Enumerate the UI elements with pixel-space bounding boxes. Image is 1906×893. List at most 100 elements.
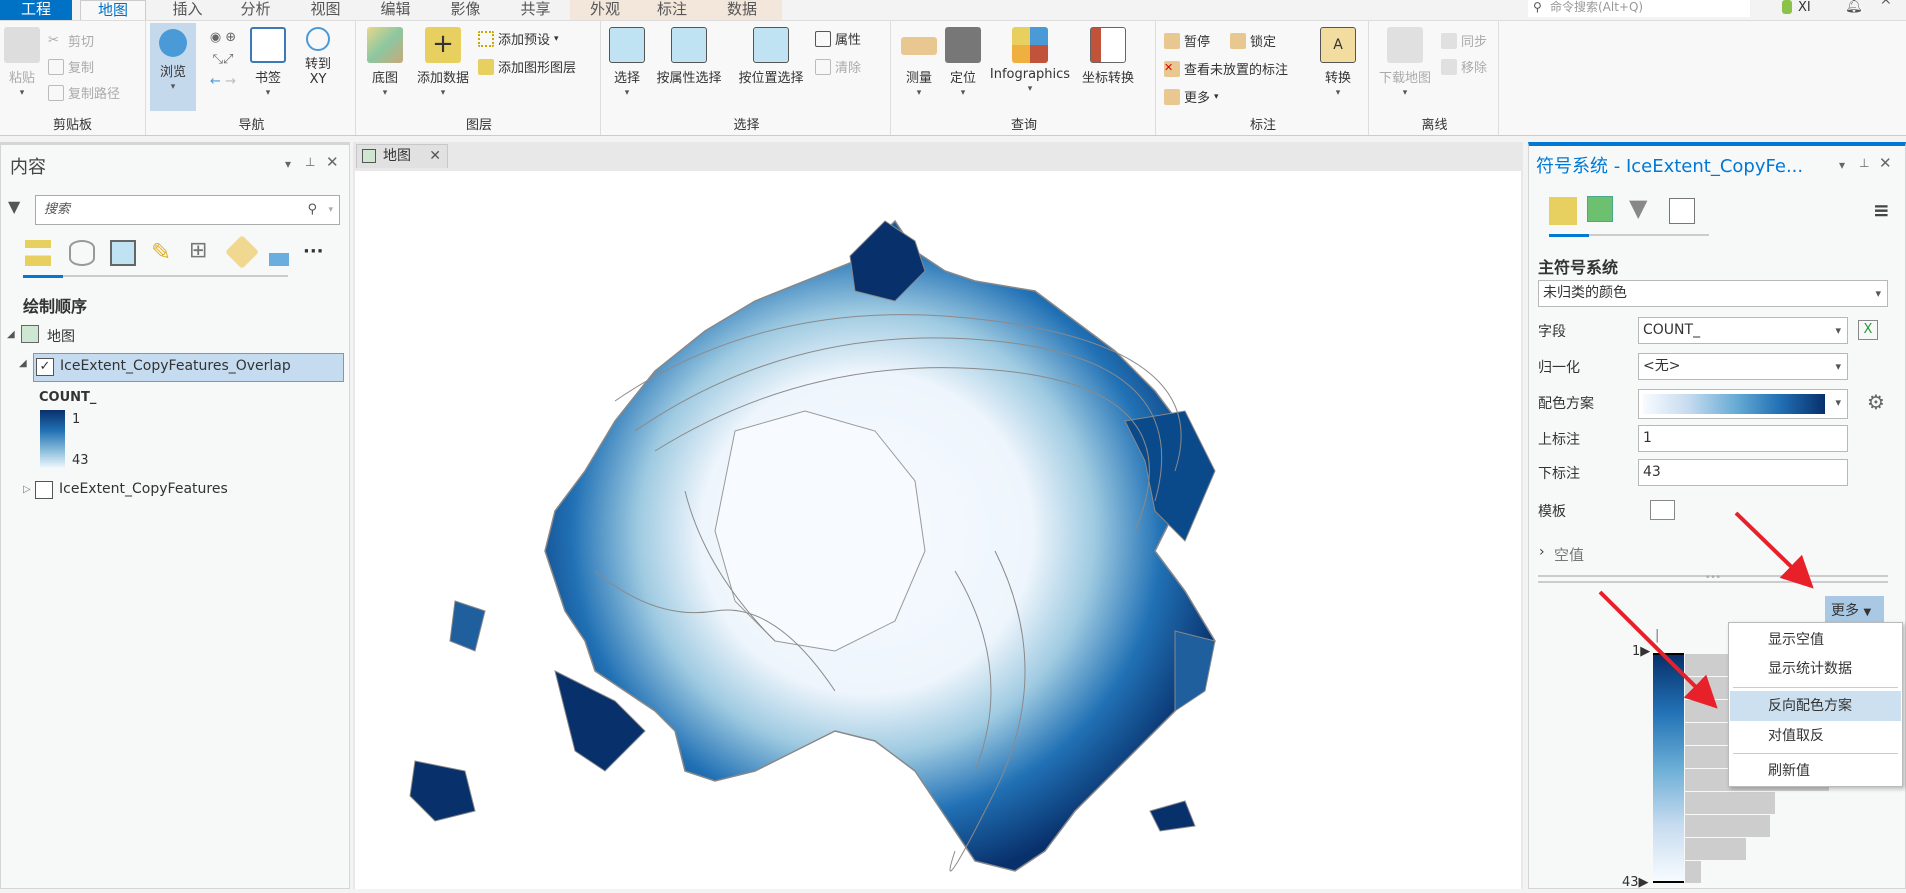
previous-extent-icon[interactable]: ← (210, 74, 225, 89)
field-dropdown[interactable]: COUNT_ (1638, 317, 1848, 344)
layer-name[interactable]: IceExtent_CopyFeatures (59, 481, 228, 497)
vary-symbology-tab-icon[interactable] (1587, 196, 1613, 222)
expression-icon[interactable]: X (1858, 320, 1878, 340)
goto-xy-button[interactable]: 转到 XY (296, 27, 340, 87)
histogram-lower-handle[interactable]: 43▶ (1622, 875, 1649, 890)
tab-appearance[interactable]: 外观 (575, 0, 635, 20)
pin-icon[interactable]: ⊥ (305, 155, 315, 169)
pane-options-icon[interactable]: ▾ (1839, 158, 1845, 172)
map-canvas[interactable] (355, 171, 1521, 889)
hamburger-menu-icon[interactable]: ≡ (1873, 198, 1890, 222)
gear-icon[interactable]: ⚙ (1867, 390, 1885, 414)
advanced-symbology-tab-icon[interactable] (1669, 198, 1695, 224)
explore-button[interactable]: 浏览 ▾ (150, 23, 196, 111)
add-preset-button[interactable]: 添加预设 ▾ (478, 29, 559, 48)
list-by-labeling-icon[interactable] (225, 235, 259, 269)
globe-icon[interactable]: ◉ ⊕ (210, 30, 236, 45)
primary-symbology-tab-icon[interactable] (1549, 197, 1577, 225)
list-by-perspective-icon[interactable] (269, 240, 289, 266)
expand-layer-icon[interactable]: ◢ (19, 358, 27, 369)
symbol-classes-filter-icon[interactable]: ▼ (1629, 194, 1647, 222)
select-by-attributes-button[interactable]: 按属性选择 (649, 27, 729, 86)
view-unplaced-labels-button[interactable]: ✕ 查看未放置的标注 (1164, 59, 1288, 78)
menu-reverse-color-scheme[interactable]: 反向配色方案 (1730, 691, 1901, 721)
normalization-dropdown[interactable]: <无> (1638, 353, 1848, 380)
list-by-editing-icon[interactable]: ✎ (151, 238, 171, 266)
close-icon[interactable]: ✕ (326, 153, 339, 171)
remove-offline-button[interactable]: 移除 (1441, 57, 1487, 76)
list-by-snapping-icon[interactable]: ⊞ (189, 238, 207, 263)
pin-icon[interactable]: ⊥ (1859, 156, 1869, 170)
locate-button[interactable]: 定位 ▾ (943, 27, 983, 98)
close-icon[interactable]: ✕ (429, 145, 441, 167)
more-labeling-button[interactable]: 更多 ▾ (1164, 87, 1219, 106)
tab-imagery[interactable]: 影像 (438, 0, 493, 20)
select-by-location-button[interactable]: 按位置选择 (731, 27, 811, 86)
search-icon[interactable]: ⚲ (307, 196, 317, 224)
lower-label-input[interactable]: 43 (1638, 459, 1848, 486)
tab-insert[interactable]: 插入 (160, 0, 215, 20)
pane-options-icon[interactable]: ▾ (285, 157, 291, 171)
basemap-button[interactable]: 底图 ▾ (364, 27, 406, 98)
tab-data[interactable]: 数据 (712, 0, 772, 20)
layer-row-overlap[interactable]: ✓ IceExtent_CopyFeatures_Overlap (33, 353, 344, 382)
menu-refresh-values[interactable]: 刷新值 (1730, 756, 1901, 786)
zoom-extent-icon[interactable]: ⤡⤢ (213, 52, 234, 67)
tab-analysis[interactable]: 分析 (228, 0, 283, 20)
convert-labels-button[interactable]: A 转换 ▾ (1318, 27, 1358, 98)
search-options-icon[interactable]: ▾ (328, 196, 333, 224)
cut-button[interactable]: ✂ 剪切 (48, 31, 94, 51)
notification-bell-icon[interactable]: 🔔︎ (1845, 0, 1863, 14)
filter-icon[interactable]: ▼ (8, 197, 20, 216)
paste-button[interactable]: 粘贴 ▾ (4, 27, 40, 98)
tab-edit[interactable]: 编辑 (368, 0, 423, 20)
measure-button[interactable]: 测量 ▾ (897, 27, 941, 98)
convert-coordinates-button[interactable]: 坐标转换 (1075, 27, 1141, 86)
histogram-upper-handle[interactable]: 1▶ (1632, 644, 1650, 659)
close-icon[interactable]: ✕ (1879, 154, 1892, 172)
collapse-ribbon-icon[interactable]: ^ (1880, 0, 1892, 14)
layer-visibility-checkbox[interactable] (35, 481, 53, 499)
map-node-label[interactable]: 地图 (47, 326, 75, 346)
tab-labeling[interactable]: 标注 (642, 0, 702, 20)
user-name[interactable]: XI (1798, 0, 1811, 15)
select-button[interactable]: 选择 ▾ (609, 27, 645, 98)
pause-labeling-button[interactable]: 暂停 (1164, 31, 1210, 50)
lock-labels-button[interactable]: 锁定 (1230, 31, 1276, 50)
menu-invert-values[interactable]: 对值取反 (1730, 721, 1901, 751)
list-by-source-icon[interactable] (69, 240, 95, 266)
download-map-button[interactable]: 下载地图 ▾ (1375, 27, 1435, 98)
list-by-selection-icon[interactable] (110, 240, 136, 266)
color-scheme-dropdown[interactable] (1638, 389, 1848, 419)
more-icon[interactable]: ··· (303, 241, 324, 262)
null-values-toggle[interactable]: 空值 (1554, 544, 1584, 565)
template-symbol-button[interactable] (1650, 500, 1675, 520)
attributes-button[interactable]: 属性 (815, 29, 861, 48)
copy-button[interactable]: 复制 (48, 57, 94, 76)
splitter-handle[interactable]: ••• (1538, 574, 1888, 583)
add-data-button[interactable]: + 添加数据 ▾ (410, 27, 476, 98)
next-extent-icon[interactable]: → (225, 74, 236, 89)
tab-share[interactable]: 共享 (508, 0, 563, 20)
tab-project[interactable]: 工程 (0, 0, 72, 20)
map-view-tab[interactable]: 地图 ✕ (356, 144, 448, 168)
tab-map[interactable]: 地图 (80, 0, 146, 21)
tab-view[interactable]: 视图 (298, 0, 353, 20)
menu-show-null-values[interactable]: 显示空值 (1730, 625, 1901, 655)
bookmarks-button[interactable]: 书签 ▾ (248, 27, 288, 98)
collapse-layer-icon[interactable]: ▷ (23, 484, 31, 495)
layer-visibility-checkbox[interactable]: ✓ (36, 358, 54, 376)
contents-search-input[interactable]: 搜索 ⚲ ▾ (35, 195, 340, 225)
expand-null-icon[interactable]: › (1539, 544, 1545, 560)
clear-selection-button[interactable]: 清除 (815, 57, 861, 76)
zoom-tools[interactable]: ◉ ⊕ ⤡⤢ ← → (203, 27, 243, 97)
copy-path-button[interactable]: 复制路径 (48, 83, 120, 102)
command-search-input[interactable]: ⚲ 命令搜索(Alt+Q) (1528, 0, 1750, 17)
expand-map-icon[interactable]: ◢ (7, 329, 15, 340)
infographics-button[interactable]: Infographics ▾ (987, 27, 1073, 94)
sync-button[interactable]: 同步 (1441, 31, 1487, 50)
add-graphics-layer-button[interactable]: 添加图形图层 (478, 57, 576, 76)
symbology-method-dropdown[interactable]: 未归类的颜色 (1538, 280, 1888, 307)
upper-label-input[interactable]: 1 (1638, 425, 1848, 452)
list-by-drawing-order-icon[interactable] (25, 240, 51, 266)
